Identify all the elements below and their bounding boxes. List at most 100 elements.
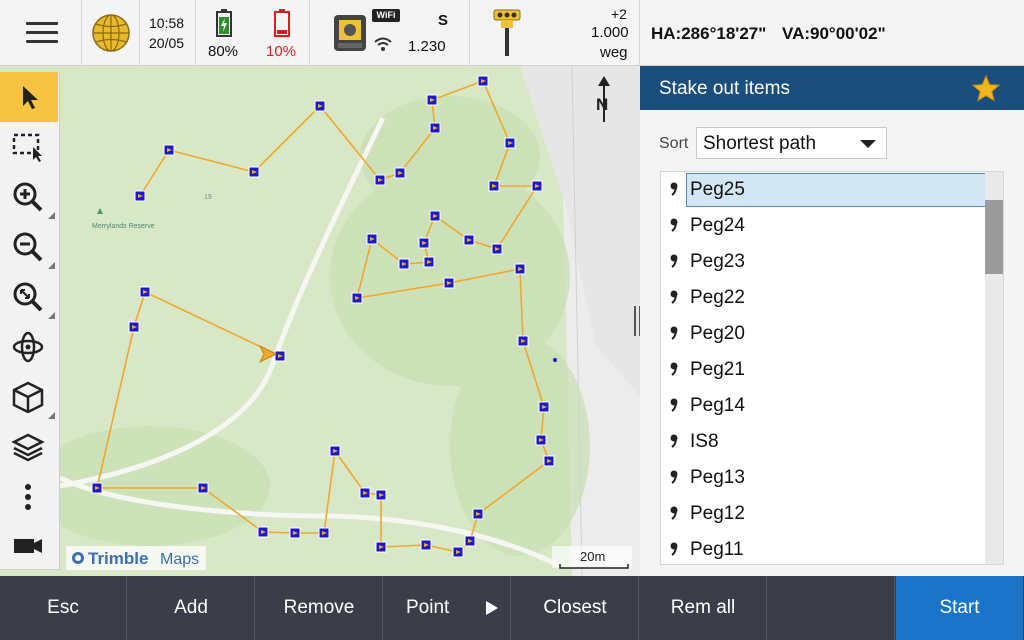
map-point-marker[interactable]: [318, 527, 330, 539]
time-date[interactable]: 10:58 20/05: [140, 0, 196, 66]
map-point-marker[interactable]: [538, 401, 550, 413]
camera-button[interactable]: [0, 520, 58, 570]
select-tool-button[interactable]: [0, 72, 58, 122]
map-point-marker[interactable]: [514, 263, 526, 275]
box-select-tool-button[interactable]: [0, 122, 58, 172]
map-point-marker[interactable]: [359, 487, 371, 499]
map-point-marker[interactable]: [128, 321, 140, 333]
angles-readout[interactable]: HA:286°18'27" VA:90°00'02": [640, 0, 1024, 66]
map-point-marker[interactable]: [163, 144, 175, 156]
map-point-marker[interactable]: [274, 350, 286, 362]
map-point-marker[interactable]: [535, 434, 547, 446]
stakeout-item-list[interactable]: Peg25 Peg24 Peg23 Peg22 Peg20 Peg21 Peg14 IS8 Pe…: [660, 171, 1004, 565]
feature-label: 19: [204, 194, 212, 201]
map-canvas[interactable]: Merrylands Reserve 19 N 20m Trimble Maps: [0, 66, 640, 576]
map-point-marker[interactable]: [543, 455, 555, 467]
map-point-marker[interactable]: [248, 166, 260, 178]
map-point-marker[interactable]: [443, 277, 455, 289]
sort-label: Sort: [659, 135, 689, 152]
map-point-marker[interactable]: [257, 526, 269, 538]
add-button[interactable]: Add: [128, 576, 255, 640]
target-status[interactable]: +2 1.000 weg: [470, 0, 640, 66]
instrument-value: 1.230: [408, 38, 446, 55]
map-point-marker[interactable]: [197, 482, 209, 494]
map-point-marker[interactable]: [375, 541, 387, 553]
map-point-marker[interactable]: [463, 234, 475, 246]
zoom-in-icon: [13, 182, 43, 212]
list-item[interactable]: Peg13: [661, 460, 986, 496]
zoom-in-button[interactable]: [0, 172, 58, 222]
list-item-label: IS8: [690, 431, 719, 452]
map-point-marker[interactable]: [314, 100, 326, 112]
map-point-marker[interactable]: [504, 137, 516, 149]
list-item[interactable]: Peg21: [661, 352, 986, 388]
map-point-marker[interactable]: [366, 233, 378, 245]
map-point-marker[interactable]: [289, 527, 301, 539]
map-point-marker[interactable]: [464, 535, 476, 547]
list-item[interactable]: Peg11: [661, 532, 986, 564]
gnss-status-button[interactable]: [82, 0, 140, 66]
favorite-star-icon[interactable]: [972, 75, 1000, 103]
zoom-extents-button[interactable]: [0, 272, 58, 322]
map-point-marker[interactable]: [429, 210, 441, 222]
map-point-marker[interactable]: [452, 546, 464, 558]
start-button[interactable]: Start: [896, 576, 1023, 640]
wifi-signal-icon: [374, 37, 392, 51]
map-point-marker[interactable]: [472, 508, 484, 520]
list-item[interactable]: Peg22: [661, 280, 986, 316]
map-point-marker[interactable]: [491, 243, 503, 255]
rover-height: 1.000: [591, 24, 629, 41]
list-item[interactable]: Peg20: [661, 316, 986, 352]
time-text: 10:58: [149, 15, 185, 31]
empty-softkey: [768, 576, 895, 640]
scrollbar-thumb[interactable]: [985, 200, 1003, 274]
layers-button[interactable]: [0, 422, 58, 472]
esc-button[interactable]: Esc: [0, 576, 127, 640]
menu-button[interactable]: [0, 0, 82, 66]
rem-all-button[interactable]: Rem all: [640, 576, 767, 640]
list-item[interactable]: Peg14: [661, 388, 986, 424]
orbit-button[interactable]: [0, 322, 58, 372]
map-point-marker[interactable]: [426, 94, 438, 106]
map-point-marker[interactable]: [531, 180, 543, 192]
map-point-marker[interactable]: [91, 482, 103, 494]
map-point-marker[interactable]: [429, 122, 441, 134]
map-point-marker[interactable]: [374, 174, 386, 186]
more-options-button[interactable]: [0, 472, 58, 522]
remove-button[interactable]: Remove: [256, 576, 383, 640]
map-point-marker[interactable]: [351, 292, 363, 304]
map-view[interactable]: Merrylands Reserve 19 N 20m Trimble Maps: [0, 66, 640, 576]
list-scrollbar[interactable]: [985, 172, 1003, 564]
list-item[interactable]: Peg23: [661, 244, 986, 280]
3d-view-button[interactable]: [0, 372, 58, 422]
list-item[interactable]: Peg25: [661, 172, 986, 208]
cube-view-icon: [12, 381, 44, 413]
stray-point[interactable]: [553, 358, 557, 362]
status-bar: 10:58 20/05 80% 10% WiFi S 1.230 +2 1.00…: [0, 0, 1024, 66]
list-item[interactable]: Peg12: [661, 496, 986, 532]
camera-icon: [14, 539, 42, 553]
point-icon: [670, 290, 678, 304]
instrument-status[interactable]: WiFi S 1.230: [310, 0, 470, 66]
map-point-marker[interactable]: [139, 286, 151, 298]
list-item[interactable]: Peg24: [661, 208, 986, 244]
closest-button[interactable]: Closest: [512, 576, 639, 640]
map-point-marker[interactable]: [477, 75, 489, 87]
map-point-marker[interactable]: [423, 256, 435, 268]
play-arrow-icon: [486, 601, 498, 615]
map-point-marker[interactable]: [418, 237, 430, 249]
map-point-marker[interactable]: [488, 180, 500, 192]
list-item[interactable]: IS8: [661, 424, 986, 460]
battery-status[interactable]: 80% 10%: [196, 0, 310, 66]
sort-dropdown[interactable]: Shortest path: [696, 127, 887, 159]
map-point-marker[interactable]: [398, 258, 410, 270]
zoom-out-button[interactable]: [0, 222, 58, 272]
map-point-marker[interactable]: [134, 190, 146, 202]
list-item-label: Peg14: [690, 395, 745, 416]
map-point-marker[interactable]: [394, 167, 406, 179]
point-icon: [670, 218, 678, 232]
map-point-marker[interactable]: [375, 489, 387, 501]
map-point-marker[interactable]: [420, 539, 432, 551]
map-point-marker[interactable]: [517, 335, 529, 347]
map-point-marker[interactable]: [329, 445, 341, 457]
